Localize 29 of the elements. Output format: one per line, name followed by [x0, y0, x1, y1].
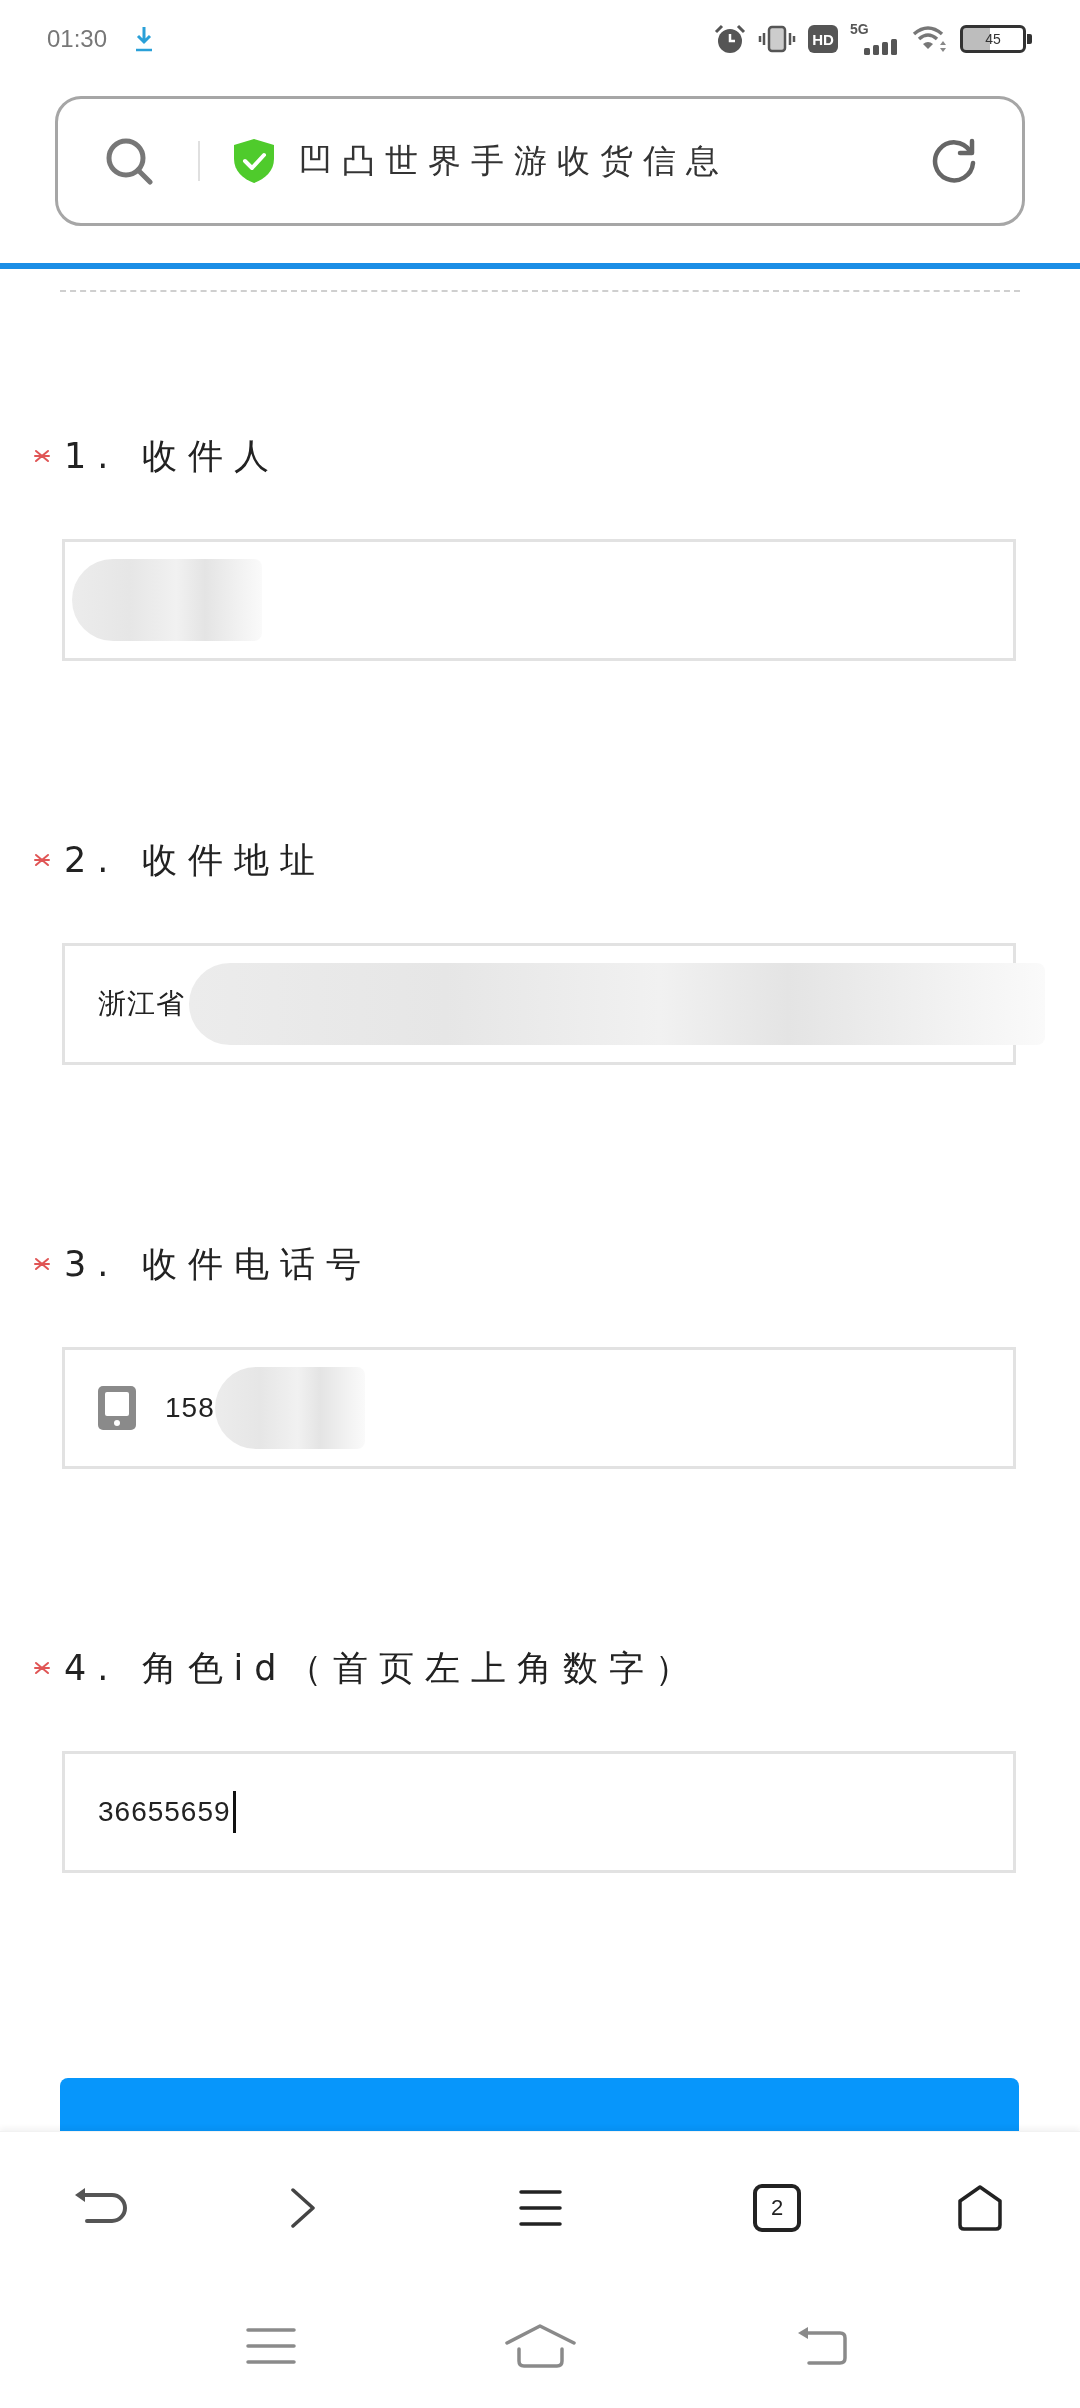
- menu-icon[interactable]: [519, 2188, 562, 2227]
- forward-chevron-icon[interactable]: [290, 2187, 316, 2228]
- signal-bars-icon: [864, 39, 898, 55]
- input-value: 36655659: [98, 1796, 231, 1828]
- search-icon[interactable]: [105, 137, 153, 185]
- vibrate-icon: [758, 25, 796, 53]
- alarm-clock-icon: [714, 24, 746, 54]
- download-icon: [135, 26, 154, 52]
- input-field[interactable]: 158: [62, 1347, 1016, 1469]
- network-type: 5G: [850, 21, 869, 37]
- question-label: 1. 收件人: [64, 435, 280, 478]
- wifi-icon: [912, 25, 948, 53]
- battery-indicator: 45: [960, 25, 1032, 53]
- hd-indicator: HD: [808, 25, 838, 53]
- input-field[interactable]: 36655659: [62, 1751, 1016, 1873]
- home-icon[interactable]: [957, 2183, 1003, 2232]
- page-title[interactable]: 凹凸世界手游收货信息: [299, 138, 729, 184]
- input-value: 浙江省: [98, 987, 185, 1021]
- clock-time: 01:30: [47, 24, 108, 54]
- back-icon[interactable]: [797, 2325, 848, 2366]
- address-bar[interactable]: 凹凸世界手游收货信息: [55, 96, 1025, 226]
- question-label: 2. 收件地址: [64, 839, 326, 882]
- input-field[interactable]: [62, 539, 1016, 661]
- question-label: 4. 角色id（首页左上角数字）: [64, 1647, 702, 1690]
- input-value: 158: [165, 1392, 215, 1424]
- question-label: 3. 收件电话号: [64, 1243, 372, 1286]
- tabs-button[interactable]: 2: [753, 2183, 801, 2232]
- phone-icon: [98, 1386, 136, 1430]
- refresh-icon[interactable]: [930, 137, 978, 185]
